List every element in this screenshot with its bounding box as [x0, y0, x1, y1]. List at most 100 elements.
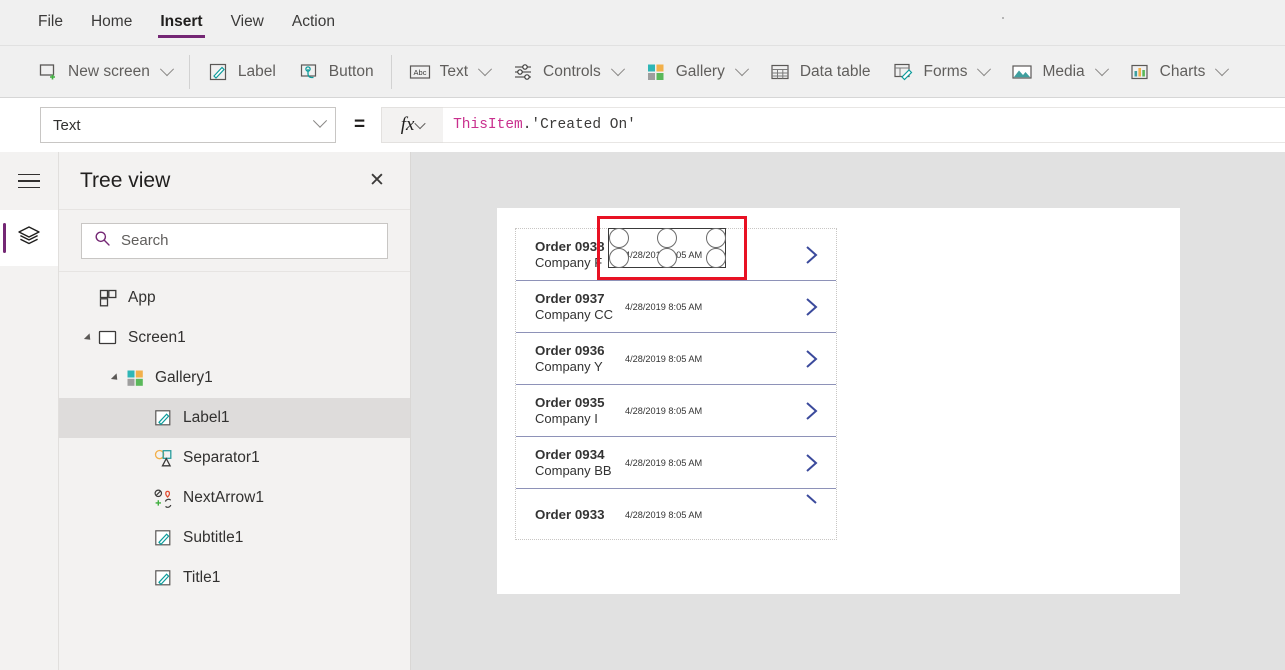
fx-icon: fx — [400, 114, 415, 135]
tree-item-separator1[interactable]: Separator1 — [59, 438, 410, 478]
resize-handle-bottom-center[interactable] — [657, 248, 677, 268]
ribbon-divider — [390, 54, 392, 89]
chevron-down-icon[interactable] — [610, 61, 625, 76]
ribbon-label-data-table: Data table — [799, 62, 871, 80]
label-icon — [152, 567, 174, 589]
gallery-row-title: Order 0937 — [535, 290, 605, 306]
search-input[interactable]: Search — [81, 222, 388, 259]
label-icon — [152, 407, 174, 429]
hamburger-icon — [18, 173, 40, 189]
menu-bar: File Home Insert View Action — [0, 0, 1285, 46]
chevron-down-icon[interactable] — [1094, 61, 1109, 76]
search-placeholder: Search — [121, 232, 169, 249]
ribbon-button-data-table[interactable]: Data table — [758, 54, 882, 90]
gallery-row-title: Order 0933 — [535, 507, 605, 523]
tree-list: App Screen1 Gallery1 Label1 Separator1 N… — [59, 272, 410, 598]
menu-item-file[interactable]: File — [24, 0, 77, 42]
app-canvas: Order 0938 Company F 4/28/2019 8:05 AM O… — [411, 152, 1285, 670]
ribbon-label-gallery: Gallery — [675, 62, 725, 80]
ribbon-label-charts: Charts — [1159, 62, 1206, 80]
shapes-icon — [152, 447, 174, 469]
ribbon-button-controls[interactable]: Controls — [501, 54, 634, 90]
ribbon-button-charts[interactable]: Charts — [1118, 54, 1239, 90]
ribbon-button-forms[interactable]: Forms — [882, 54, 1001, 90]
left-rail — [0, 152, 59, 670]
tree-item-gallery1[interactable]: Gallery1 — [59, 358, 410, 398]
gallery-row[interactable]: Order 0933 4/28/2019 8:05 AM — [516, 489, 836, 541]
formula-input[interactable]: ThisItem .'Created On' — [443, 107, 1285, 143]
chevron-down-icon[interactable] — [477, 61, 493, 76]
tree-item-title1[interactable]: Title1 — [59, 558, 410, 598]
tree-item-subtitle1[interactable]: Subtitle1 — [59, 518, 410, 558]
ribbon-button-label[interactable]: Label — [196, 54, 287, 90]
formula-token-object: ThisItem — [453, 117, 523, 133]
tree-item-screen1[interactable]: Screen1 — [59, 318, 410, 358]
ribbon-button-text[interactable]: Abc Text — [398, 54, 501, 90]
ribbon-group-controls: Abc Text Controls Gallery Data table For… — [394, 46, 1243, 97]
close-icon[interactable]: ✕ — [364, 168, 390, 194]
menu-item-action[interactable]: Action — [278, 0, 349, 42]
chevron-down-icon[interactable] — [312, 113, 328, 128]
tree-search-row: Search — [59, 210, 410, 272]
active-indicator — [3, 223, 6, 253]
resize-handle-bottom-left[interactable] — [609, 248, 629, 268]
ribbon-group-basic: Label Button — [192, 46, 389, 97]
chevron-right-icon[interactable] — [802, 347, 822, 371]
forms-icon — [893, 61, 915, 83]
media-image-icon — [1011, 61, 1033, 83]
resize-handle-top-left[interactable] — [609, 228, 629, 248]
chevron-down-icon[interactable] — [159, 61, 174, 76]
tree-item-label: Subtitle1 — [183, 529, 244, 547]
tree-item-nextarrow1[interactable]: NextArrow1 — [59, 478, 410, 518]
ribbon-button-media[interactable]: Media — [1000, 54, 1117, 90]
gallery-row[interactable]: Order 0937 Company CC 4/28/2019 8:05 AM — [516, 281, 836, 333]
gallery-row-date: 4/28/2019 8:05 AM — [625, 457, 703, 468]
ribbon-button-gallery[interactable]: Gallery — [634, 54, 758, 90]
gallery-row[interactable]: Order 0934 Company BB 4/28/2019 8:05 AM — [516, 437, 836, 489]
gallery-row-subtitle: Company CC — [535, 306, 614, 322]
expand-twisty-icon[interactable] — [79, 333, 97, 343]
tree-item-app[interactable]: App — [59, 278, 410, 318]
ribbon-button-new-screen[interactable]: New screen — [26, 54, 183, 90]
power-apps-studio: File Home Insert View Action New screen — [0, 0, 1285, 670]
gallery-row[interactable]: Order 0935 Company I 4/28/2019 8:05 AM — [516, 385, 836, 437]
gallery-row[interactable]: Order 0936 Company Y 4/28/2019 8:05 AM — [516, 333, 836, 385]
chevron-right-icon[interactable] — [802, 451, 822, 475]
tree-item-label1[interactable]: Label1 — [59, 398, 410, 438]
gallery-row-subtitle: Company BB — [535, 462, 612, 478]
gallery-row-date: 4/28/2019 8:05 AM — [625, 510, 703, 520]
fx-button[interactable]: fx — [381, 107, 444, 143]
equals-sign: = — [354, 114, 366, 135]
chevron-right-icon[interactable] — [802, 491, 822, 515]
new-screen-icon — [37, 61, 59, 83]
resize-handle-bottom-right[interactable] — [706, 248, 726, 268]
tree-item-label: NextArrow1 — [183, 489, 264, 507]
gallery-grid-icon — [645, 61, 667, 83]
hamburger-menu-button[interactable] — [0, 152, 58, 210]
chevron-right-icon[interactable] — [802, 399, 822, 423]
tree-view-panel: Tree view ✕ Search App Screen1 Gallery1 … — [59, 152, 411, 670]
menu-item-insert[interactable]: Insert — [146, 0, 216, 42]
property-selector[interactable]: Text — [40, 107, 336, 143]
chevron-down-icon[interactable] — [1215, 61, 1230, 76]
menu-item-view[interactable]: View — [217, 0, 278, 42]
gallery-row-text: Order 0933 — [535, 507, 617, 523]
rail-button-tree-view[interactable] — [0, 210, 58, 266]
resize-handle-top-right[interactable] — [706, 228, 726, 248]
tree-view-title: Tree view — [80, 168, 171, 192]
text-abc-icon: Abc — [409, 61, 431, 83]
menu-item-home[interactable]: Home — [77, 0, 146, 42]
chevron-down-icon[interactable] — [414, 117, 427, 130]
data-table-icon — [769, 61, 791, 83]
ribbon-label-controls: Controls — [543, 62, 601, 80]
gallery-row-text: Order 0937 Company CC — [535, 291, 617, 322]
ribbon-button-button[interactable]: Button — [287, 54, 385, 90]
chevron-right-icon[interactable] — [802, 243, 822, 267]
ribbon-label-button: Button — [328, 62, 374, 80]
chevron-down-icon[interactable] — [977, 61, 992, 76]
expand-twisty-icon[interactable] — [106, 373, 124, 383]
chevron-down-icon[interactable] — [734, 61, 749, 76]
resize-handle-top-center[interactable] — [657, 228, 677, 248]
ribbon-divider — [188, 54, 190, 89]
chevron-right-icon[interactable] — [802, 295, 822, 319]
